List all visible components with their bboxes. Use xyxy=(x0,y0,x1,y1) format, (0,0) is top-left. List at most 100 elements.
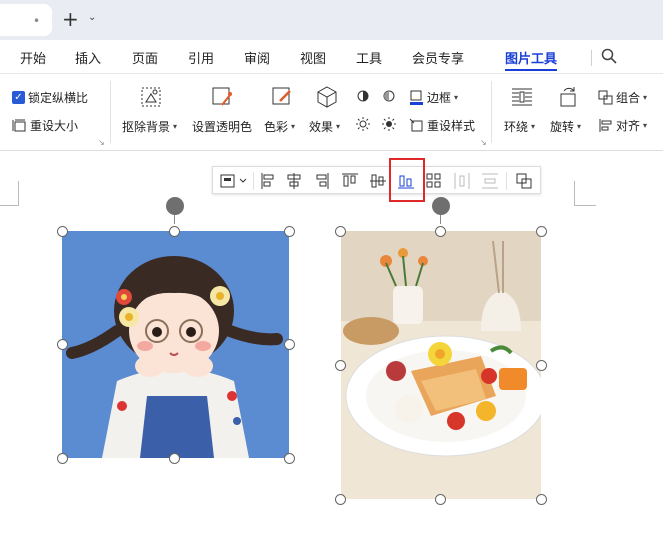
tab-modified-dot: • xyxy=(33,14,41,28)
resize-handle[interactable] xyxy=(536,226,547,237)
resize-handle[interactable] xyxy=(169,226,180,237)
group-label: 组合 xyxy=(616,91,641,105)
dialog-launcher-icon[interactable]: ↘ xyxy=(480,138,487,147)
resize-handle[interactable] xyxy=(335,494,346,505)
group-button[interactable]: 组合 ▾ xyxy=(598,89,647,106)
rotate-button[interactable]: 旋转 ▾ xyxy=(550,118,581,135)
chevron-down-icon: ▾ xyxy=(173,122,178,131)
chevron-down-icon: ▾ xyxy=(336,122,341,131)
reset-size-icon xyxy=(12,119,26,132)
align-right-icon[interactable] xyxy=(312,171,332,191)
girl-portrait-image[interactable] xyxy=(62,231,289,458)
checkbox-checked-icon: ✓ xyxy=(12,91,25,104)
align-left-icon[interactable] xyxy=(258,171,278,191)
reset-style-label: 重设样式 xyxy=(427,119,476,133)
tab-references[interactable]: 引用 xyxy=(188,48,214,67)
resize-handle[interactable] xyxy=(284,226,295,237)
color-button[interactable]: 色彩 ▾ xyxy=(264,118,295,135)
dialog-launcher-icon[interactable]: ↘ xyxy=(98,138,105,147)
reset-style-icon xyxy=(409,118,423,132)
chevron-down-icon: ▾ xyxy=(531,122,536,131)
chevron-down-icon: ▾ xyxy=(643,121,648,130)
floating-align-toolbar xyxy=(212,166,541,194)
rotation-stem xyxy=(174,214,175,224)
align-middle-icon[interactable] xyxy=(368,171,388,191)
distribute-horizontal-icon[interactable] xyxy=(452,171,472,191)
contrast-decrease-icon[interactable] xyxy=(381,88,397,104)
highlight-annotation-box xyxy=(389,158,425,202)
reset-size-button[interactable]: 重设大小 xyxy=(12,117,78,134)
border-button[interactable]: 边框 ▾ xyxy=(409,89,458,106)
menu-bar: 开始 插入 页面 引用 审阅 视图 工具 会员专享 图片工具 xyxy=(0,40,663,74)
group-objects-icon[interactable] xyxy=(514,171,534,191)
tab-tools[interactable]: 工具 xyxy=(356,48,382,67)
tab-page[interactable]: 页面 xyxy=(132,48,158,67)
tab-review[interactable]: 审阅 xyxy=(244,48,270,67)
border-label: 边框 xyxy=(427,91,452,105)
margin-marker xyxy=(18,181,19,206)
active-tab-indicator xyxy=(505,69,557,71)
distribute-grid-icon[interactable] xyxy=(424,171,444,191)
resize-handle[interactable] xyxy=(284,339,295,350)
tab-insert[interactable]: 插入 xyxy=(75,48,101,67)
contrast-increase-icon[interactable] xyxy=(355,88,371,104)
resize-handle[interactable] xyxy=(169,453,180,464)
resize-handle[interactable] xyxy=(335,226,346,237)
effect-icon[interactable] xyxy=(315,85,339,109)
align-icon xyxy=(599,119,612,132)
chevron-down-icon: ▾ xyxy=(454,93,459,102)
rotate-handle-icon[interactable] xyxy=(166,197,184,215)
reset-style-button[interactable]: 重设样式 xyxy=(409,117,475,134)
rotate-icon[interactable] xyxy=(556,85,580,109)
effect-label: 效果 xyxy=(309,120,334,134)
tab-picture-tools[interactable]: 图片工具 xyxy=(505,48,557,67)
brightness-decrease-icon[interactable] xyxy=(381,116,397,132)
toolbar-divider xyxy=(253,172,254,190)
resize-handle[interactable] xyxy=(536,494,547,505)
wrap-button[interactable]: 环绕 ▾ xyxy=(504,118,535,135)
brightness-increase-icon[interactable] xyxy=(355,116,371,132)
resize-handle[interactable] xyxy=(536,360,547,371)
distribute-vertical-icon[interactable] xyxy=(480,171,500,191)
rotate-handle-icon[interactable] xyxy=(432,197,450,215)
resize-handle[interactable] xyxy=(57,339,68,350)
effect-button[interactable]: 效果 ▾ xyxy=(309,118,340,135)
resize-handle[interactable] xyxy=(435,494,446,505)
resize-handle[interactable] xyxy=(335,360,346,371)
resize-handle[interactable] xyxy=(57,453,68,464)
resize-handle[interactable] xyxy=(57,226,68,237)
menu-divider xyxy=(591,50,592,66)
document-tab[interactable]: • xyxy=(0,4,52,36)
remove-background-icon[interactable] xyxy=(139,85,163,109)
toolbar-divider xyxy=(506,172,507,190)
align-button[interactable]: 对齐 ▾ xyxy=(598,117,647,134)
margin-marker xyxy=(0,205,18,206)
align-top-icon[interactable] xyxy=(340,171,360,191)
tab-view[interactable]: 视图 xyxy=(300,48,326,67)
color-label: 色彩 xyxy=(264,120,289,134)
remove-background-button[interactable]: 抠除背景 ▾ xyxy=(122,118,177,135)
lock-ratio-checkbox[interactable]: ✓ 锁定纵横比 xyxy=(12,89,88,106)
search-icon[interactable] xyxy=(601,48,617,64)
chevron-down-icon: ▾ xyxy=(643,93,648,102)
wps-window: • + ⌄ 开始 插入 页面 引用 审阅 视图 工具 会员专享 图片工具 ✓ 锁… xyxy=(0,0,663,544)
resize-handle[interactable] xyxy=(435,226,446,237)
margin-marker xyxy=(574,181,575,206)
set-transparent-icon[interactable] xyxy=(210,85,234,109)
new-tab-plus-icon[interactable]: + xyxy=(62,8,79,30)
resize-handle[interactable] xyxy=(284,453,295,464)
remove-background-label: 抠除背景 xyxy=(122,120,171,134)
color-icon[interactable] xyxy=(270,85,294,109)
lock-ratio-label: 锁定纵横比 xyxy=(28,91,89,105)
tab-member[interactable]: 会员专享 xyxy=(412,48,464,67)
wrap-icon[interactable] xyxy=(510,85,534,109)
align-center-icon[interactable] xyxy=(284,171,304,191)
new-tab-chevron-down-icon[interactable]: ⌄ xyxy=(88,12,96,23)
set-transparent-button[interactable]: 设置透明色 xyxy=(192,118,252,135)
title-bar: • + ⌄ xyxy=(0,0,663,40)
margin-marker xyxy=(574,205,596,206)
breakfast-plate-image[interactable] xyxy=(341,231,541,499)
layout-options-icon[interactable] xyxy=(218,171,250,191)
tab-start[interactable]: 开始 xyxy=(20,48,46,67)
align-label: 对齐 xyxy=(616,119,641,133)
